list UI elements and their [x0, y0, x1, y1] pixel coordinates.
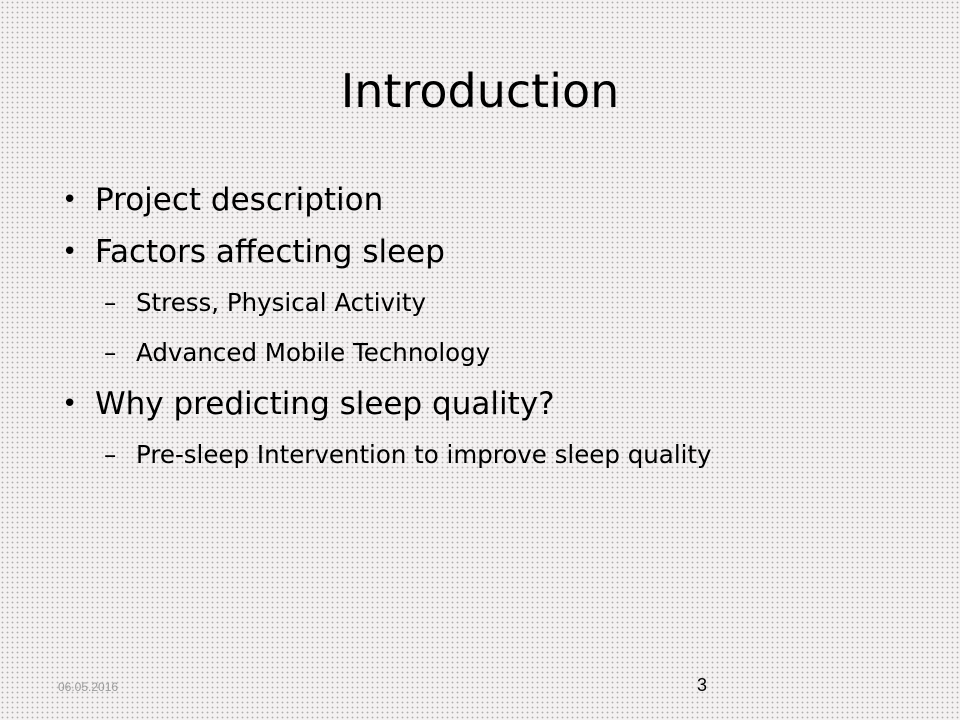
bullet-list: Project description Factors affecting sl…	[62, 174, 922, 480]
bullet-project-description: Project description	[62, 174, 922, 226]
sub-bullet-pre-sleep-intervention: Pre-sleep Intervention to improve sleep …	[62, 430, 922, 480]
sub-bullet-stress-physical-activity: Stress, Physical Activity	[62, 278, 922, 328]
slide-title: Introduction	[340, 64, 620, 118]
slide: Introduction Project description Factors…	[0, 0, 960, 720]
footer-date: 06.05.2016	[58, 680, 119, 694]
sub-bullet-advanced-mobile-technology: Advanced Mobile Technology	[62, 328, 922, 378]
page-number: 3	[697, 675, 708, 695]
bullet-why-predicting-sleep-quality: Why predicting sleep quality?	[62, 378, 922, 430]
bullet-factors-affecting-sleep: Factors affecting sleep	[62, 226, 922, 278]
